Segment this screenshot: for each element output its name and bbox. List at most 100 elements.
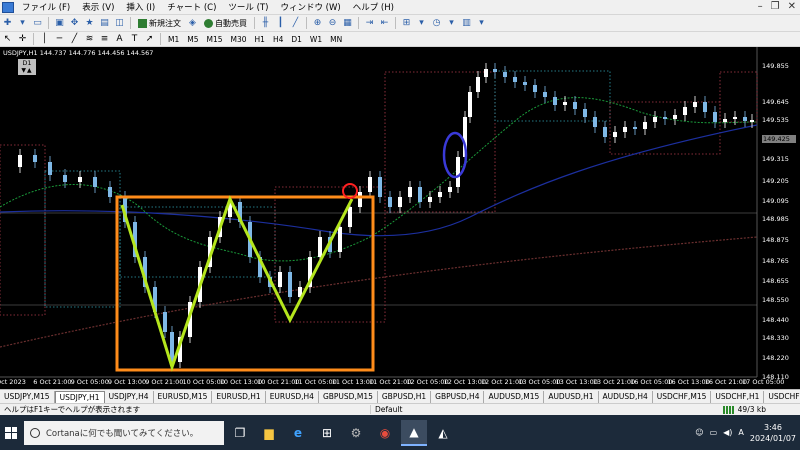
chart-tab[interactable]: AUDUSD,M15 xyxy=(484,390,545,403)
menu-item[interactable]: ヘルプ (H) xyxy=(347,1,400,13)
timeframe-button-h4[interactable]: H4 xyxy=(270,33,286,46)
chart-tab[interactable]: EURUSD,H1 xyxy=(212,390,266,403)
timeframe-button-m15[interactable]: M15 xyxy=(204,33,226,46)
menu-item[interactable]: 表示 (V) xyxy=(76,1,120,13)
dropdown-icon[interactable]: ▾ xyxy=(415,17,428,30)
minimize-icon[interactable]: – xyxy=(758,1,763,12)
candle-body xyxy=(484,69,488,77)
time-label: 13 Oct 21:00 xyxy=(592,378,636,386)
dropdown-icon[interactable]: ▾ xyxy=(16,17,29,30)
tile-windows-icon[interactable]: ▦ xyxy=(341,17,354,30)
timeframe-button-m30[interactable]: M30 xyxy=(228,33,250,46)
text-icon[interactable]: A xyxy=(113,33,126,46)
chart-canvas[interactable] xyxy=(0,47,800,389)
chart-tab[interactable]: GBPUSD,H4 xyxy=(431,390,485,403)
market-watch-icon[interactable]: ▣ xyxy=(53,17,66,30)
templates-icon[interactable]: ▥ xyxy=(460,17,473,30)
zoom-out-icon[interactable]: ⊖ xyxy=(326,17,339,30)
edge-icon[interactable]: e xyxy=(285,420,311,446)
settings-app-icon[interactable]: ⚙ xyxy=(343,420,369,446)
meta-editor-icon[interactable]: ◈ xyxy=(186,17,199,30)
candle-body xyxy=(583,109,587,117)
auto-scroll-icon[interactable]: ⇥ xyxy=(363,17,376,30)
profile-name[interactable]: Default xyxy=(370,405,470,414)
channel-icon[interactable]: ≋ xyxy=(83,33,96,46)
timeframe-button-w1[interactable]: W1 xyxy=(307,33,325,46)
chart-tab[interactable]: USDCHF,H1 xyxy=(711,390,765,403)
task-view-icon[interactable]: ❐ xyxy=(227,420,253,446)
menu-item[interactable]: ツール (T) xyxy=(222,1,274,13)
bar-chart-icon[interactable]: ╫ xyxy=(259,17,272,30)
timeframe-button-d1[interactable]: D1 xyxy=(288,33,305,46)
restore-icon[interactable]: ❐ xyxy=(771,1,780,12)
windows-taskbar: Cortanaに何でも聞いてみてください。 ❐ ▆ e ⊞ ⚙ ◉ ▲ ◭ ☺ … xyxy=(0,415,800,450)
vertical-line-icon[interactable]: │ xyxy=(38,33,51,46)
zoom-in-icon[interactable]: ⊕ xyxy=(311,17,324,30)
chart-tab[interactable]: USDCHF,M15 xyxy=(653,390,712,403)
network-icon[interactable]: ▭ xyxy=(710,428,718,437)
chart-tab[interactable]: USDJPY,M15 xyxy=(0,390,55,403)
navigator-icon[interactable]: ★ xyxy=(83,17,96,30)
new-order-button[interactable]: 新規注文 xyxy=(135,17,184,30)
separator xyxy=(160,33,161,45)
file-explorer-icon[interactable]: ▆ xyxy=(256,420,282,446)
timeframe-button-h1[interactable]: H1 xyxy=(252,33,268,46)
new-chart-icon[interactable]: ✚ xyxy=(1,17,14,30)
candle-body xyxy=(593,117,597,127)
chart-tab[interactable]: EURUSD,M15 xyxy=(154,390,213,403)
candlestick-icon[interactable]: ┃ xyxy=(274,17,287,30)
people-icon[interactable]: ☺ xyxy=(695,428,703,437)
timeframe-button-mn[interactable]: MN xyxy=(327,33,345,46)
menu-item[interactable]: 挿入 (I) xyxy=(120,1,161,13)
chart-tab[interactable]: USDCHF,H4 xyxy=(764,391,800,403)
window-controls: – ❐ ✕ xyxy=(758,1,796,12)
separator xyxy=(130,17,131,29)
fibonacci-icon[interactable]: ≡ xyxy=(98,33,111,46)
candle-body xyxy=(93,177,97,187)
crosshair-icon[interactable]: ✛ xyxy=(16,33,29,46)
terminal-icon[interactable]: ▤ xyxy=(98,17,111,30)
ime-indicator[interactable]: A xyxy=(738,428,743,437)
periods-icon[interactable]: ◷ xyxy=(430,17,443,30)
timeframe-selector[interactable]: D1 ▼▲ xyxy=(18,59,36,75)
price-chart[interactable]: USDJPY,H1 144.737 144.776 144.456 144.56… xyxy=(0,47,800,389)
trendline-icon[interactable]: ╱ xyxy=(68,33,81,46)
cortana-search[interactable]: Cortanaに何でも聞いてみてください。 xyxy=(24,420,224,445)
line-chart-icon[interactable]: ╱ xyxy=(289,17,302,30)
volume-icon[interactable]: ◀) xyxy=(723,428,732,437)
auto-trade-button[interactable]: 自動売買 xyxy=(201,17,250,30)
start-icon[interactable] xyxy=(2,424,20,442)
mt4-app-icon[interactable]: ▲ xyxy=(401,419,427,446)
menu-item[interactable]: ウィンドウ (W) xyxy=(274,1,346,13)
timeframe-button-m1[interactable]: M1 xyxy=(165,33,182,46)
dropdown-icon[interactable]: ▾ xyxy=(445,17,458,30)
chart-tab[interactable]: AUDUSD,H1 xyxy=(544,390,599,403)
profiles-icon[interactable]: ▭ xyxy=(31,17,44,30)
chart-shift-icon[interactable]: ⇤ xyxy=(378,17,391,30)
candle-body xyxy=(683,107,687,115)
menu-item[interactable]: ファイル (F) xyxy=(16,1,76,13)
chart-tab[interactable]: AUDUSD,H4 xyxy=(599,390,653,403)
menu-item[interactable]: チャート (C) xyxy=(161,1,222,13)
timeframe-arrows-icon[interactable]: ▼▲ xyxy=(18,67,36,75)
chart-tab[interactable]: USDJPY,H1 xyxy=(54,390,105,403)
horizontal-line-icon[interactable]: ─ xyxy=(53,33,66,46)
arrow-icon[interactable]: ➚ xyxy=(143,33,156,46)
chart-tab[interactable]: GBPUSD,M15 xyxy=(319,390,378,403)
chart-tab[interactable]: EURUSD,H4 xyxy=(266,390,319,403)
chrome-icon[interactable]: ◉ xyxy=(372,420,398,446)
chart-tab[interactable]: USDJPY,H4 xyxy=(105,390,154,403)
store-icon[interactable]: ⊞ xyxy=(314,420,340,446)
indicators-icon[interactable]: ⊞ xyxy=(400,17,413,30)
tester-icon[interactable]: ◫ xyxy=(113,17,126,30)
dropdown-icon[interactable]: ▾ xyxy=(475,17,488,30)
close-icon[interactable]: ✕ xyxy=(788,1,796,12)
label-icon[interactable]: T xyxy=(128,33,141,46)
chart-tab[interactable]: GBPUSD,H1 xyxy=(378,390,432,403)
cursor-icon[interactable]: ↖ xyxy=(1,33,14,46)
chart-app-icon[interactable]: ◭ xyxy=(430,420,456,446)
data-window-icon[interactable]: ✥ xyxy=(68,17,81,30)
timeframe-button-m5[interactable]: M5 xyxy=(184,33,201,46)
time-label: Oct 2023 xyxy=(0,378,26,386)
clock[interactable]: 3:46 2024/01/07 xyxy=(750,422,796,444)
